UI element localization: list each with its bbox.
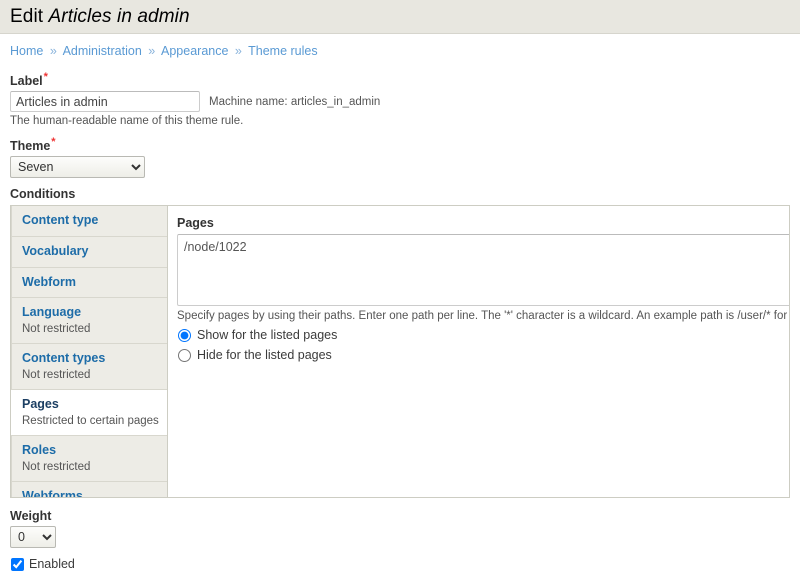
radio-hide-label[interactable]: Hide for the listed pages bbox=[197, 348, 332, 362]
pages-pane-legend: Pages bbox=[177, 216, 214, 231]
page-title-prefix: Edit bbox=[10, 5, 44, 27]
vertical-tab-summary: Restricted to certain pages bbox=[22, 414, 159, 427]
breadcrumb-item-home[interactable]: Home bbox=[10, 44, 43, 58]
vertical-tab-webforms[interactable]: Webforms bbox=[11, 482, 167, 498]
vertical-tab-content-type[interactable]: Content type bbox=[11, 206, 167, 237]
radio-hide-listed-pages[interactable] bbox=[178, 348, 191, 362]
pages-textarea[interactable]: /node/1022 bbox=[177, 234, 789, 307]
page-content: Home » Administration » Appearance » The… bbox=[0, 34, 800, 581]
theme-form-item: Theme* Seven bbox=[10, 136, 790, 179]
radio-row-show[interactable]: Show for the listed pages bbox=[177, 328, 789, 342]
radio-show-listed-pages[interactable] bbox=[178, 328, 191, 342]
vertical-tab-title: Webform bbox=[22, 274, 76, 289]
breadcrumb: Home » Administration » Appearance » The… bbox=[10, 34, 790, 62]
page-title-entity: Articles in admin bbox=[48, 5, 190, 27]
breadcrumb-separator: » bbox=[49, 44, 57, 58]
required-marker: * bbox=[43, 71, 48, 83]
vertical-tab-pane-pages: Pages /node/1022 Specify pages by using … bbox=[168, 206, 789, 498]
enabled-row[interactable]: Enabled bbox=[10, 557, 790, 571]
weight-field-label: Weight bbox=[10, 509, 52, 524]
vertical-tab-summary: Not restricted bbox=[22, 460, 91, 473]
vertical-tab-title: Content type bbox=[22, 213, 99, 228]
breadcrumb-item-administration[interactable]: Administration bbox=[63, 44, 142, 58]
vertical-tab-roles[interactable]: Roles Not restricted bbox=[11, 436, 167, 483]
weight-select[interactable]: 0 bbox=[10, 526, 56, 549]
vertical-tab-summary: Not restricted bbox=[22, 322, 91, 335]
label-field-label: Label* bbox=[10, 71, 790, 88]
vertical-tabs: Content type Vocabulary Webform Language… bbox=[10, 205, 790, 499]
label-input[interactable] bbox=[10, 91, 200, 113]
theme-select[interactable]: Seven bbox=[10, 156, 145, 179]
theme-field-label-text: Theme bbox=[10, 139, 51, 154]
breadcrumb-item-appearance[interactable]: Appearance bbox=[161, 44, 228, 58]
vertical-tab-vocabulary[interactable]: Vocabulary bbox=[11, 236, 167, 268]
pages-pane-description: Specify pages by using their paths. Ente… bbox=[177, 310, 789, 323]
radio-row-hide[interactable]: Hide for the listed pages bbox=[177, 348, 789, 362]
vertical-tab-webform[interactable]: Webform bbox=[11, 267, 167, 299]
page-header: Edit Articles in admin bbox=[0, 0, 800, 34]
radio-show-label[interactable]: Show for the listed pages bbox=[197, 328, 337, 342]
breadcrumb-separator: » bbox=[148, 44, 156, 58]
required-marker: * bbox=[51, 136, 56, 149]
vertical-tab-content-types[interactable]: Content types Not restricted bbox=[11, 344, 167, 391]
label-form-item: Label* Machine name: articles_in_admin T… bbox=[10, 71, 790, 127]
machine-name-text: Machine name: articles_in_admin bbox=[209, 95, 381, 108]
vertical-tab-title: Roles bbox=[22, 443, 57, 458]
conditions-label: Conditions bbox=[10, 187, 76, 202]
vertical-tab-title: Language bbox=[22, 305, 82, 320]
label-field-row: Machine name: articles_in_admin bbox=[10, 91, 790, 113]
label-field-description: The human-readable name of this theme ru… bbox=[10, 115, 244, 128]
enabled-label[interactable]: Enabled bbox=[29, 557, 75, 571]
theme-field-label: Theme* bbox=[10, 136, 790, 153]
breadcrumb-separator: » bbox=[234, 44, 242, 58]
breadcrumb-item-theme-rules[interactable]: Theme rules bbox=[248, 44, 317, 58]
vertical-tab-menu: Content type Vocabulary Webform Language… bbox=[11, 206, 168, 498]
vertical-tab-title: Vocabulary bbox=[22, 243, 89, 258]
vertical-tab-summary: Not restricted bbox=[22, 368, 91, 381]
vertical-tab-language[interactable]: Language Not restricted bbox=[11, 298, 167, 345]
vertical-tab-pages[interactable]: Pages Restricted to certain pages bbox=[11, 390, 167, 437]
weight-form-item: Weight 0 bbox=[10, 509, 790, 549]
vertical-tab-title: Content types bbox=[22, 351, 106, 366]
page-title: Edit Articles in admin bbox=[10, 6, 190, 28]
label-field-label-text: Label bbox=[10, 74, 43, 89]
vertical-tab-title: Webforms bbox=[22, 489, 83, 498]
vertical-tab-title: Pages bbox=[22, 397, 59, 412]
enabled-checkbox[interactable] bbox=[11, 557, 24, 571]
